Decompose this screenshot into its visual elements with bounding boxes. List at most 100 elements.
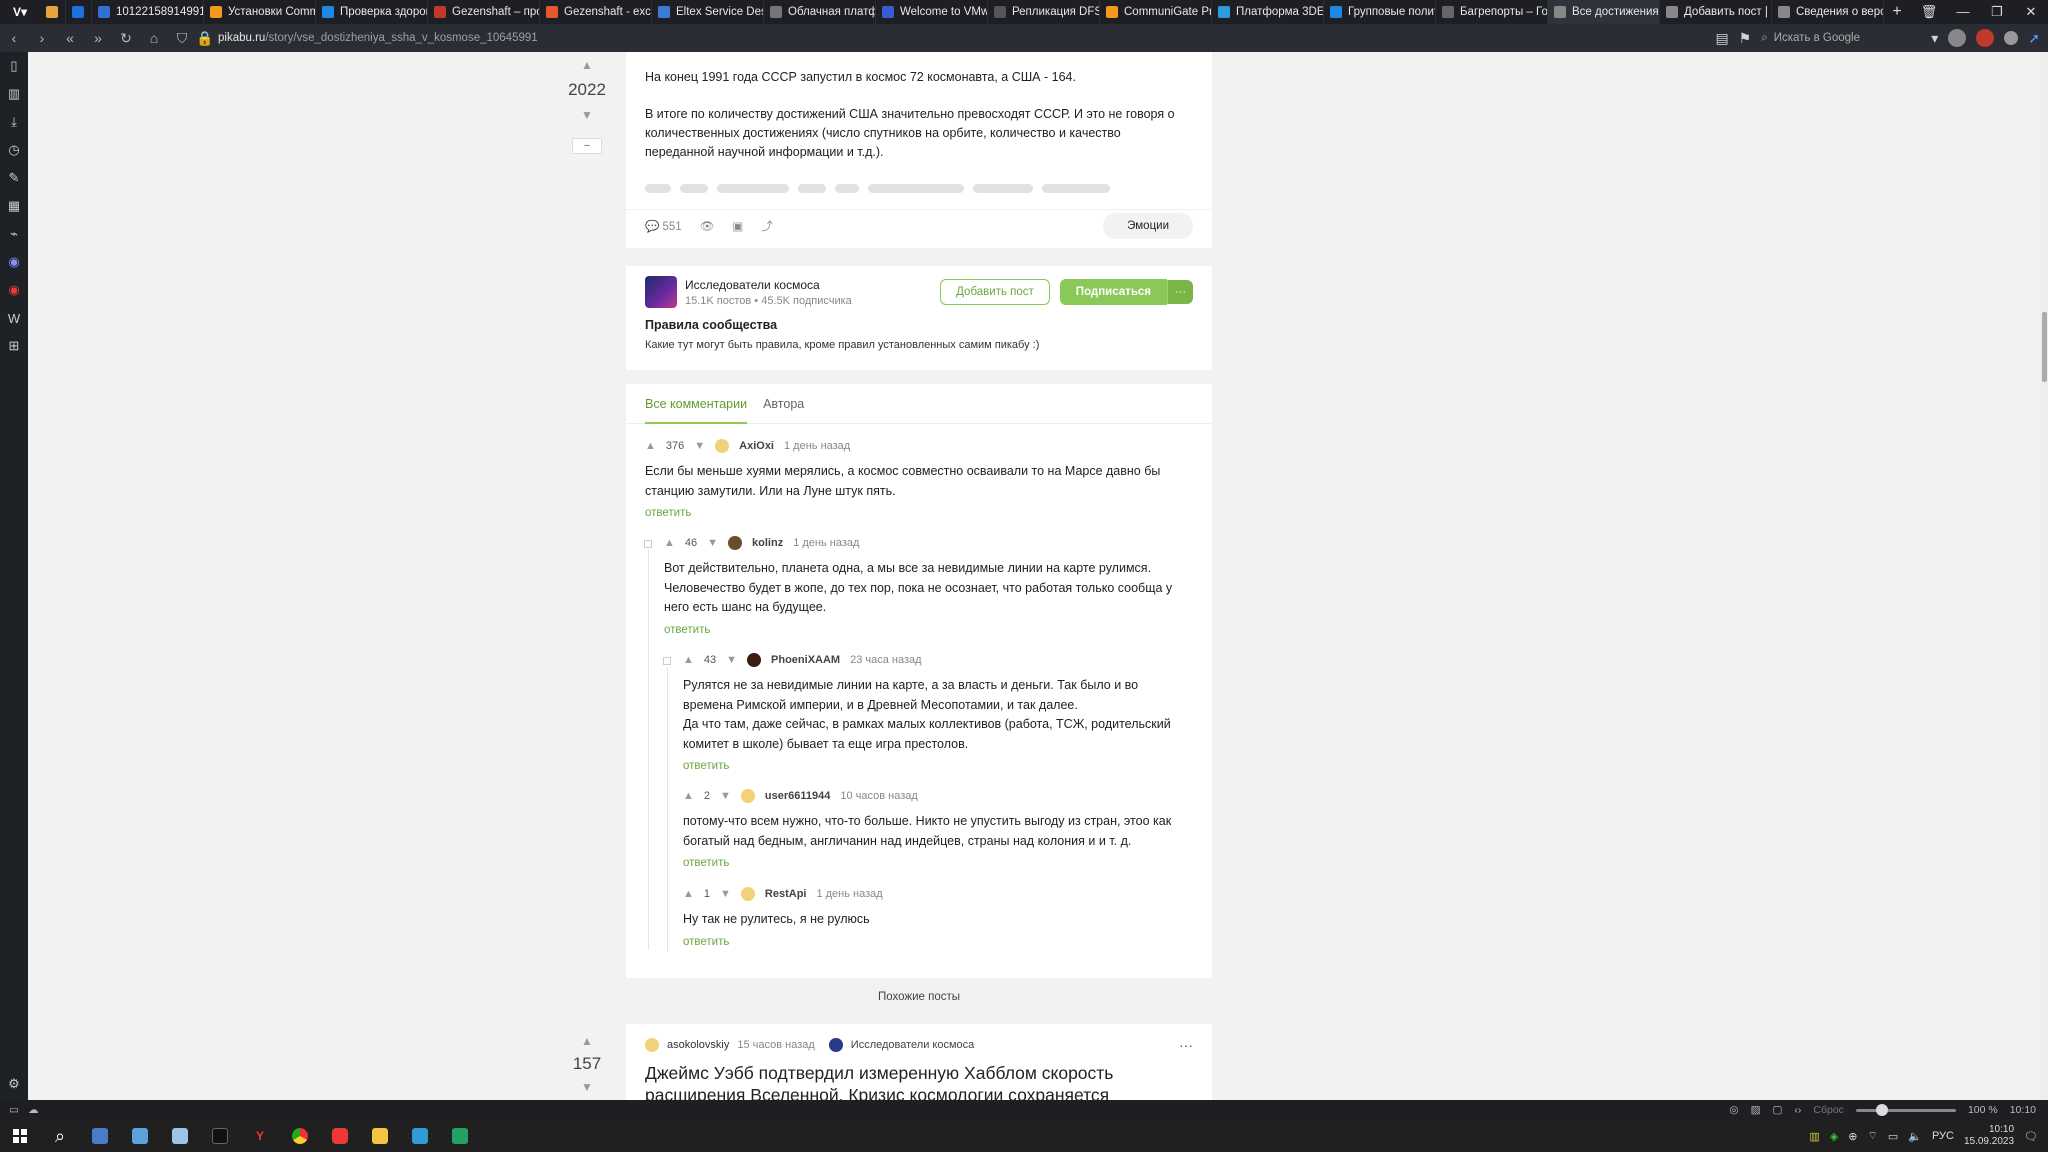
zoom-reset-button[interactable]: Сброс bbox=[1813, 1104, 1844, 1116]
comment-time[interactable]: 1 день назад bbox=[816, 888, 882, 900]
mastodon-icon[interactable]: ◉ bbox=[0, 248, 28, 276]
tray-volume-icon[interactable]: 🔈 bbox=[1908, 1130, 1922, 1143]
browser-tab[interactable]: Облачная платфор bbox=[764, 0, 876, 24]
browser-tab[interactable]: Платформа 3DEXP bbox=[1212, 0, 1324, 24]
share-icon[interactable]: ⤴ bbox=[761, 218, 773, 234]
upvote-icon[interactable]: ▲ bbox=[683, 888, 694, 900]
zoom-slider[interactable] bbox=[1855, 1103, 1956, 1116]
browser-tab[interactable]: Gezenshaft – проф bbox=[428, 0, 540, 24]
emotions-button[interactable]: Эмоции bbox=[1103, 213, 1193, 239]
file-explorer-icon[interactable] bbox=[360, 1120, 400, 1152]
avatar[interactable] bbox=[715, 439, 730, 453]
browser-tab[interactable]: Групповые полити bbox=[1324, 0, 1436, 24]
comment-username[interactable]: PhoeniXAAM bbox=[771, 654, 840, 666]
home-icon[interactable]: ⌂ bbox=[140, 30, 168, 46]
forward-icon[interactable]: › bbox=[28, 30, 56, 46]
upvote-icon[interactable]: ▲ bbox=[683, 790, 694, 802]
url-field[interactable]: pikabu.ru/story/vse_dostizheniya_ssha_v_… bbox=[218, 32, 538, 44]
feed-icon[interactable]: ⌁ bbox=[0, 220, 28, 248]
add-post-button[interactable]: Добавить пост bbox=[940, 279, 1050, 305]
vivaldi-icon[interactable] bbox=[320, 1120, 360, 1152]
reading-list-icon[interactable]: ▥ bbox=[0, 80, 28, 108]
browser-tab[interactable] bbox=[40, 0, 66, 24]
avatar[interactable] bbox=[728, 536, 743, 550]
tile-icon[interactable]: ▢ bbox=[1772, 1104, 1782, 1116]
tray-network-icon[interactable]: ⊕ bbox=[1848, 1130, 1857, 1143]
search-icon[interactable]: ⌕ bbox=[40, 1120, 80, 1152]
add-panel-icon[interactable]: ⊞ bbox=[0, 332, 28, 360]
browser-tab[interactable]: Репликация DFS с bbox=[988, 0, 1100, 24]
windows-start-icon[interactable] bbox=[0, 1120, 40, 1152]
people-app-icon[interactable] bbox=[80, 1120, 120, 1152]
reload-icon[interactable]: ↻ bbox=[112, 30, 140, 47]
search-input[interactable]: ⌕ Искать в Google bbox=[1761, 28, 1921, 48]
collapse-thread-toggle[interactable] bbox=[644, 540, 652, 548]
browser-tab[interactable]: Сведения о верси bbox=[1772, 0, 1884, 24]
comment-username[interactable]: user6611944 bbox=[765, 790, 830, 802]
settings-gear-icon[interactable]: ⚙ bbox=[0, 1070, 28, 1098]
browser-tab[interactable]: Gezenshaft - exclus bbox=[540, 0, 652, 24]
tray-battery-icon[interactable]: ▭ bbox=[1888, 1130, 1898, 1143]
browser-tab[interactable]: Проверка здоровь bbox=[316, 0, 428, 24]
next-post-author[interactable]: asokolovskiy bbox=[667, 1039, 729, 1051]
browser-tab[interactable]: Багрепорты – Гор bbox=[1436, 0, 1548, 24]
zoom-slider-knob[interactable] bbox=[1875, 1103, 1888, 1116]
notepad-icon[interactable] bbox=[160, 1120, 200, 1152]
download-arrow-icon[interactable]: ➚ bbox=[2028, 30, 2040, 47]
upvote-icon[interactable]: ▲ bbox=[561, 1034, 613, 1048]
browser-tab[interactable]: Eltex Service Desk bbox=[652, 0, 764, 24]
network-app-icon[interactable] bbox=[400, 1120, 440, 1152]
downvote-icon[interactable]: ▼ bbox=[720, 888, 731, 900]
extension-icon[interactable] bbox=[2004, 31, 2019, 45]
subscribe-button[interactable]: Подписаться bbox=[1059, 279, 1167, 305]
avatar[interactable] bbox=[740, 887, 755, 901]
more-button[interactable]: ··· bbox=[1167, 280, 1193, 304]
notifications-icon[interactable]: 🗨 bbox=[2024, 1130, 2038, 1143]
browser-tab[interactable]: Добавить пост | Пи bbox=[1660, 0, 1772, 24]
reply-link[interactable]: ответить bbox=[683, 936, 1183, 948]
tray-wifi-icon[interactable]: ⌔ bbox=[1867, 1129, 1877, 1143]
tag-placeholder[interactable] bbox=[835, 184, 859, 193]
downvote-icon[interactable]: ▼ bbox=[561, 108, 613, 122]
more-options-icon[interactable]: ··· bbox=[1179, 1037, 1193, 1053]
comment-time[interactable]: 1 день назад bbox=[784, 440, 850, 452]
comments-button[interactable]: 💬 551 bbox=[645, 219, 682, 233]
chrome-icon[interactable] bbox=[280, 1120, 320, 1152]
tab-author-comments[interactable]: Автора bbox=[763, 384, 804, 424]
upvote-icon[interactable]: ▲ bbox=[664, 537, 675, 549]
rewind-icon[interactable]: « bbox=[56, 30, 84, 46]
page-scrollbar[interactable] bbox=[2040, 52, 2048, 1100]
community-avatar[interactable] bbox=[645, 276, 677, 308]
image-toggle-icon[interactable]: ▨ bbox=[1751, 1104, 1761, 1116]
new-tab-button[interactable]: + bbox=[1884, 3, 1910, 21]
upvote-icon[interactable]: ▲ bbox=[683, 654, 694, 666]
community-avatar[interactable] bbox=[828, 1038, 843, 1052]
wikipedia-icon[interactable]: W bbox=[0, 304, 28, 332]
comment-username[interactable]: RestApi bbox=[765, 888, 807, 900]
next-post-community[interactable]: Исследователи космоса bbox=[851, 1039, 974, 1051]
comment-username[interactable]: kolinz bbox=[752, 537, 783, 549]
downloads-icon[interactable]: ⤓ bbox=[0, 108, 28, 136]
tag-placeholder[interactable] bbox=[1042, 184, 1110, 193]
upvote-icon[interactable]: ▲ bbox=[645, 440, 656, 452]
downvote-icon[interactable]: ▼ bbox=[726, 654, 737, 666]
tag-placeholder[interactable] bbox=[717, 184, 789, 193]
vivaldi-icon[interactable]: ◉ bbox=[0, 276, 28, 304]
reply-link[interactable]: ответить bbox=[683, 760, 1183, 772]
terminal-icon[interactable] bbox=[200, 1120, 240, 1152]
profile-avatar[interactable] bbox=[1948, 29, 1967, 47]
tray-shield-icon[interactable]: ◈ bbox=[1830, 1130, 1838, 1143]
taskbar-clock[interactable]: 10:10 15.09.2023 bbox=[1964, 1124, 2014, 1148]
bookmarks-icon[interactable]: ▯ bbox=[0, 52, 28, 80]
reply-link[interactable]: ответить bbox=[683, 857, 1183, 869]
tag-placeholder[interactable] bbox=[680, 184, 708, 193]
fast-forward-icon[interactable]: » bbox=[84, 30, 112, 46]
downvote-icon[interactable]: ▼ bbox=[561, 1080, 613, 1094]
calendar-icon[interactable]: ▦ bbox=[0, 192, 28, 220]
reader-icon[interactable]: ▤ bbox=[1715, 30, 1728, 47]
minimize-button[interactable]: — bbox=[1946, 4, 1980, 20]
browser-tab[interactable]: 10122158914991.p bbox=[92, 0, 204, 24]
reply-link[interactable]: ответить bbox=[664, 624, 1184, 636]
save-icon[interactable]: ▣ bbox=[732, 219, 743, 233]
tag-placeholder[interactable] bbox=[973, 184, 1033, 193]
